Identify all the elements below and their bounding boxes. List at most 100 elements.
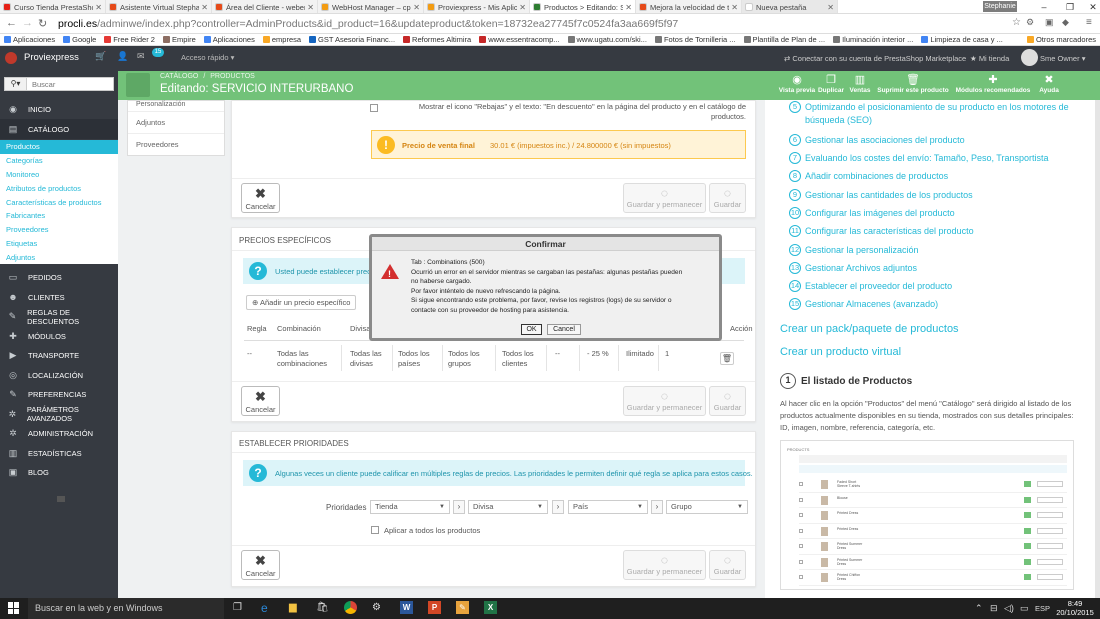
forward-icon[interactable]: → (22, 17, 33, 29)
explorer-icon[interactable]: ▆ (289, 602, 297, 613)
breadcrumb-catalog[interactable]: CATÁLOGO (160, 73, 198, 80)
bookmark-item[interactable]: Free Rider 2 (100, 34, 159, 45)
browser-tab[interactable]: Proviexpress - Mis Aplicac ✕ (424, 0, 530, 13)
message-icon[interactable]: ✉ (137, 51, 145, 62)
my-shop-link[interactable]: ★ Mi tienda (970, 54, 1009, 63)
minimize-button[interactable]: – (1031, 0, 1057, 14)
sidebar-subitem[interactable]: Adjuntos (0, 250, 118, 265)
sidebar-subitem[interactable]: Proveedores (0, 222, 118, 237)
sidebar-subitem[interactable]: Productos (0, 140, 118, 154)
extension-icon[interactable]: ⚙ (1026, 17, 1034, 28)
bookmark-item[interactable]: Iluminación interior ... (829, 34, 917, 45)
toolbar-chart-button[interactable]: ▥ Ventas (846, 72, 874, 99)
sidebar-subitem[interactable]: Características de productos (0, 195, 118, 209)
breadcrumb-products[interactable]: PRODUCTOS (210, 73, 255, 80)
sidebar-item-stats[interactable]: ▥ ESTADÍSTICAS (0, 444, 118, 464)
sidebar-item-blog[interactable]: ▣ BLOG (0, 463, 118, 483)
avatar[interactable] (1021, 49, 1038, 66)
sidebar-item-dashboard[interactable]: ◉ INICIO (0, 99, 118, 119)
close-tab-icon[interactable]: ✕ (307, 3, 314, 12)
volume-icon[interactable]: ◁) (1004, 603, 1014, 614)
toolbar-help-button[interactable]: ✖ Ayuda (1034, 72, 1064, 99)
extension-icon-2[interactable]: ▣ (1045, 17, 1054, 28)
search-input[interactable] (27, 78, 107, 90)
bookmark-item[interactable]: Limpieza de casa y ... (917, 34, 1007, 45)
toolbar-puzzle-button[interactable]: ✚ Módulos recomendados (952, 72, 1034, 99)
tray-chevron-icon[interactable]: ⌃ (975, 603, 983, 614)
sidebar-subitem[interactable]: Categorías (0, 153, 118, 168)
sidebar-item-shipping[interactable]: ▶ TRANSPORTE (0, 346, 118, 366)
extension-icon-3[interactable]: ◆ (1062, 17, 1069, 28)
sidebar-subitem[interactable]: Fabricantes (0, 208, 118, 223)
sidebar-item-globe[interactable]: ◎ LOCALIZACIÓN (0, 366, 118, 386)
powerpoint-icon[interactable]: P (428, 601, 441, 614)
sidebar-item-modules[interactable]: ✚ MÓDULOS (0, 327, 118, 347)
taskbar-search[interactable]: Buscar en la web y en Windows (28, 598, 224, 619)
sidebar-item-orders[interactable]: ▭ PEDIDOS (0, 268, 118, 288)
sidebar-item-customers[interactable]: ☻ CLIENTES (0, 288, 118, 308)
close-tab-icon[interactable]: ✕ (201, 3, 208, 12)
sidebar-item-gear[interactable]: ✲ ADMINISTRACIÓN (0, 424, 118, 444)
browser-tab[interactable]: Curso Tienda PrestaSho ✕ (0, 0, 106, 13)
bookmark-item[interactable]: Reformes Altimira (399, 34, 475, 45)
bookmark-item[interactable]: Aplicaciones (0, 34, 59, 45)
close-tab-icon[interactable]: ✕ (519, 3, 526, 12)
bookmark-item[interactable]: Fotos de Tornilleria ... (651, 34, 740, 45)
sidebar-item-catalog[interactable]: ▤ CATÁLOGO (0, 119, 118, 139)
browser-tab[interactable]: WebHost Manager – cpS ✕ (318, 0, 424, 13)
close-tab-icon[interactable]: ✕ (731, 3, 738, 12)
close-tab-icon[interactable]: ✕ (625, 3, 632, 12)
word-icon[interactable]: W (400, 601, 413, 614)
bookmark-item[interactable]: GST Asesoria Financ... (305, 34, 399, 45)
dialog-cancel-button[interactable]: Cancel (547, 324, 581, 335)
input-language[interactable]: ESP (1035, 604, 1050, 613)
bookmark-item[interactable]: Empire (159, 34, 200, 45)
browser-tab[interactable]: Área del Cliente - webem ✕ (212, 0, 318, 13)
paint-icon[interactable]: ✎ (456, 601, 469, 614)
close-tab-icon[interactable]: ✕ (413, 3, 420, 12)
task-view-icon[interactable]: ❐ (233, 602, 242, 613)
other-bookmarks[interactable]: Otros marcadores (1023, 34, 1100, 45)
sidebar-subitem[interactable]: Etiquetas (0, 236, 118, 251)
edge-icon[interactable]: e (261, 601, 268, 615)
toolbar-copy-button[interactable]: ❐ Duplicar (816, 72, 846, 99)
marketplace-link[interactable]: ⇄ Conectar con su cuenta de PrestaShop M… (784, 54, 966, 63)
browser-user-badge[interactable]: Stephanie (983, 1, 1017, 12)
browser-tab[interactable]: Productos > Editando: SE ✕ (530, 0, 636, 13)
reload-icon[interactable]: ↻ (38, 17, 47, 30)
user-menu[interactable]: Sme Owner ▾ (1040, 54, 1085, 63)
excel-icon[interactable]: X (484, 601, 497, 614)
sidebar-item-wrench[interactable]: ✎ PREFERENCIAS (0, 385, 118, 405)
bookmark-item[interactable]: empresa (259, 34, 305, 45)
cart-icon[interactable]: 🛒 (95, 51, 106, 62)
bookmark-item[interactable]: Aplicaciones (200, 34, 259, 45)
search-scope-dropdown[interactable]: ⚲▾ (5, 78, 27, 90)
bookmark-item[interactable]: Plantilla de Plan de ... (740, 34, 830, 45)
browser-tab[interactable]: Mejora la velocidad de tu ✕ (636, 0, 742, 13)
network-icon[interactable]: ⊟ (990, 603, 998, 614)
bookmark-item[interactable]: www.ugatu.com/ski... (564, 34, 651, 45)
store-icon[interactable]: 🛍 (316, 602, 329, 613)
sidebar-subitem[interactable]: Atributos de productos (0, 181, 118, 196)
bookmark-item[interactable]: Google (59, 34, 100, 45)
close-tab-icon[interactable]: ✕ (827, 3, 834, 12)
collapse-sidebar-icon[interactable] (57, 496, 65, 502)
menu-icon[interactable]: ≡ (1086, 17, 1092, 28)
quick-access-menu[interactable]: Acceso rápido ▾ (181, 53, 234, 62)
bookmark-item[interactable]: www.essentracomp... (475, 34, 563, 45)
app-icon[interactable]: ⚙ (372, 602, 381, 613)
browser-tab[interactable]: Nueva pestaña ✕ (742, 0, 838, 13)
sidebar-subitem[interactable]: Monitoreo (0, 167, 118, 182)
chrome-icon[interactable] (344, 601, 357, 614)
close-tab-icon[interactable]: ✕ (95, 3, 102, 12)
toolbar-eye-button[interactable]: ◉ Vista previa (778, 72, 816, 99)
windows-start-icon[interactable] (8, 602, 20, 614)
toolbar-trash-button[interactable]: 🗑 Suprimir este producto (874, 72, 952, 99)
sidebar-item-cogs[interactable]: ✲ PARÁMETROS AVANZADOS (0, 405, 118, 425)
url-field[interactable]: procli.es/adminwe/index.php?controller=A… (58, 17, 958, 32)
browser-tab[interactable]: Asistente Virtual Stephan ✕ (106, 0, 212, 13)
shop-brand[interactable]: Proviexpress (24, 52, 79, 63)
sidebar-item-discount[interactable]: ✎ REGLAS DE DESCUENTOS (0, 307, 118, 327)
power-icon[interactable]: ▭ (1020, 603, 1029, 614)
customer-icon[interactable]: 👤 (117, 51, 128, 62)
